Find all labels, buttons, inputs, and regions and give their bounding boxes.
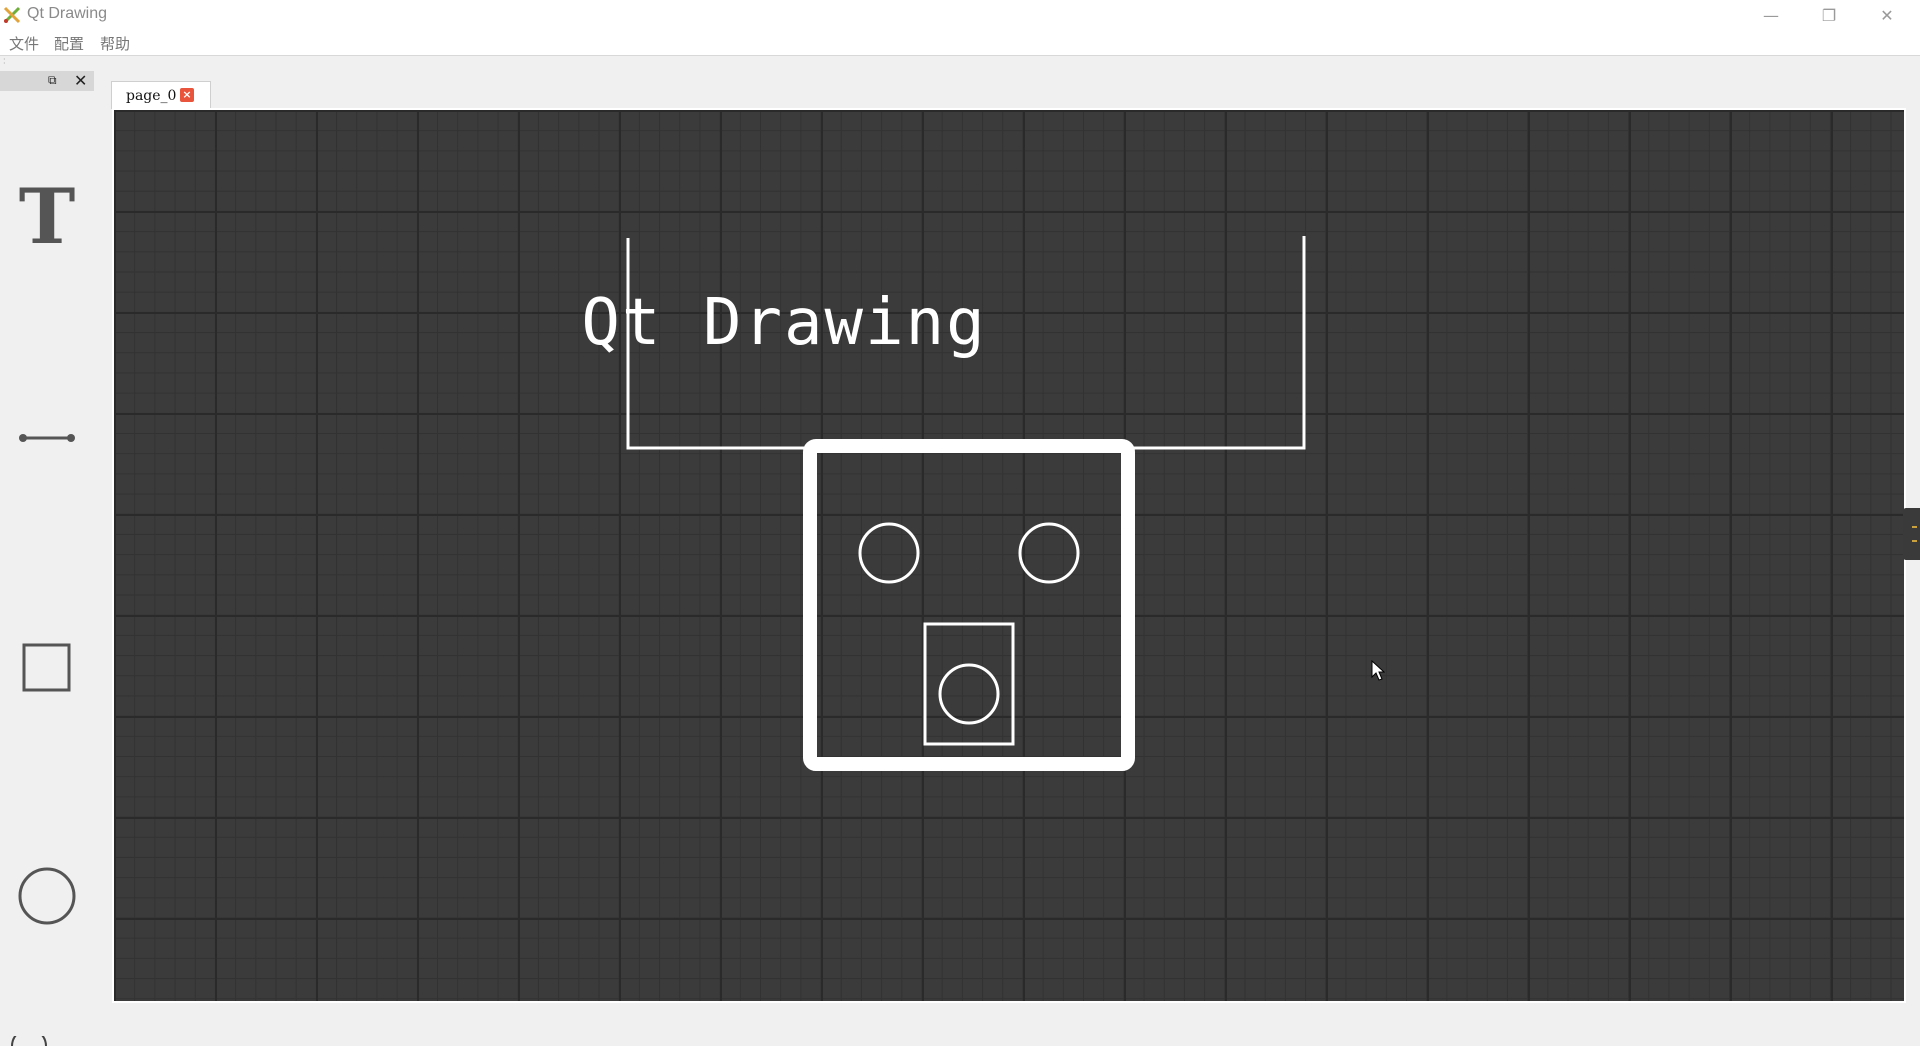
- left-eye-circle[interactable]: [858, 522, 920, 584]
- menu-file[interactable]: 文件: [9, 33, 39, 54]
- status-area: [0, 1003, 1920, 1046]
- text-tool-icon: T: [18, 172, 76, 261]
- app-icon: [3, 6, 21, 24]
- partial-tool-icon: [11, 1036, 47, 1046]
- tab-page-0[interactable]: page_0 ×: [111, 81, 211, 109]
- line-icon: [19, 434, 75, 442]
- ellipse-tool[interactable]: [0, 866, 94, 926]
- tool-dock: T: [0, 91, 94, 1042]
- tab-close-icon[interactable]: ×: [180, 88, 194, 102]
- menu-bar: 文件 配置 帮助: [0, 30, 1920, 55]
- line-tool[interactable]: [0, 430, 94, 446]
- dock-title-bar[interactable]: ⧉ ✕: [0, 71, 94, 91]
- canvas-title-text[interactable]: Qt Drawing: [114, 286, 1454, 360]
- dock-close-button[interactable]: ✕: [74, 71, 87, 90]
- mouse-cursor-icon: [1371, 660, 1385, 681]
- rectangle-icon: [22, 643, 71, 692]
- toolbar-grip-icon[interactable]: · ·: [3, 56, 6, 68]
- text-tool[interactable]: T: [0, 179, 94, 255]
- menu-config[interactable]: 配置: [54, 33, 84, 54]
- drawing-canvas[interactable]: Qt Drawing: [114, 110, 1904, 1001]
- mouth-circle[interactable]: [938, 663, 1000, 725]
- inner-rectangle[interactable]: [923, 622, 1015, 746]
- window-title: Qt Drawing: [27, 5, 108, 22]
- right-eye-circle[interactable]: [1018, 522, 1080, 584]
- minimize-button[interactable]: —: [1742, 0, 1800, 30]
- close-button[interactable]: ✕: [1858, 0, 1916, 30]
- canvas-frame: Qt Drawing: [112, 108, 1906, 1003]
- menu-help[interactable]: 帮助: [100, 33, 130, 54]
- dock-float-button[interactable]: ⧉: [48, 73, 57, 88]
- title-bar: Qt Drawing — ❐ ✕: [0, 0, 1920, 30]
- drawing-layer: [626, 236, 1306, 771]
- toolbar-area: [0, 55, 1920, 70]
- circle-icon: [18, 867, 76, 925]
- outer-rectangle[interactable]: [803, 439, 1135, 771]
- restore-button[interactable]: ❐: [1800, 0, 1858, 30]
- side-handle[interactable]: [1903, 508, 1920, 560]
- rect-tool[interactable]: [0, 643, 94, 693]
- tab-label: page_0: [126, 88, 177, 104]
